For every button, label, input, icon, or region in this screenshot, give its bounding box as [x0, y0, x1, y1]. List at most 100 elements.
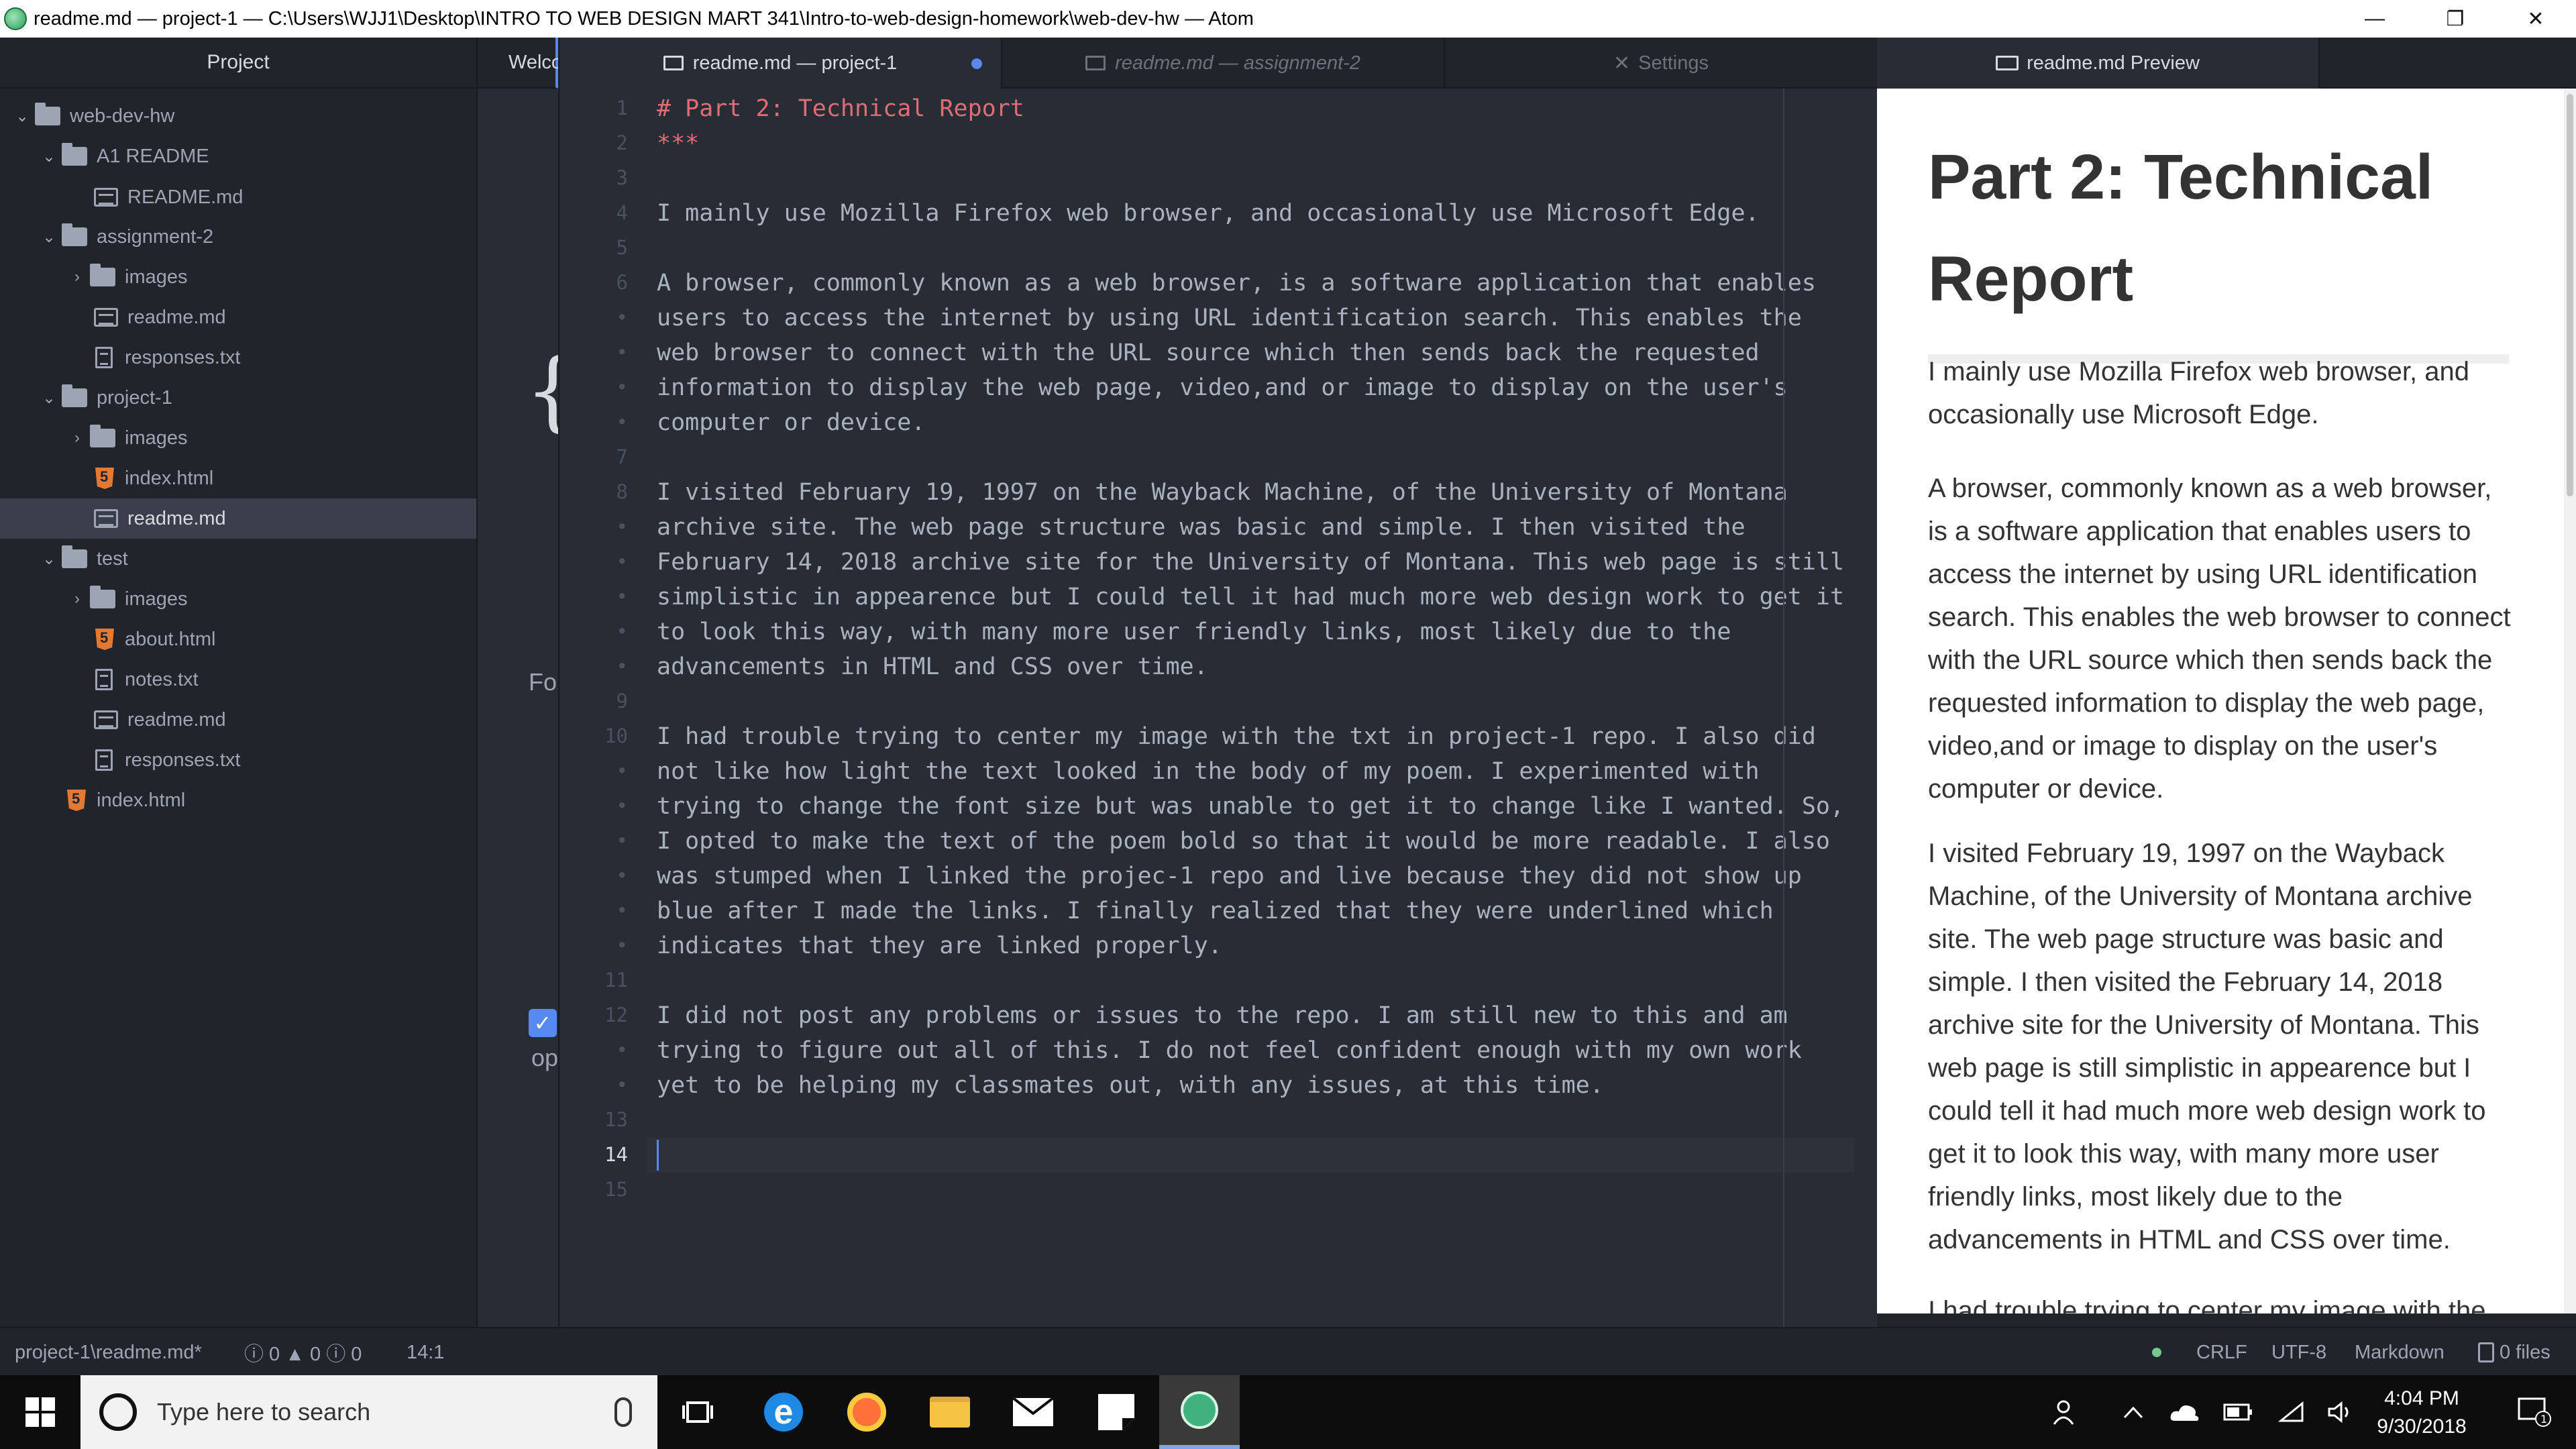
- edge-icon: e: [764, 1393, 803, 1432]
- chevron-down-icon[interactable]: ⌄: [39, 227, 59, 247]
- tree-item-label: about.html: [125, 628, 216, 650]
- action-center-button[interactable]: 1: [2501, 1375, 2568, 1449]
- tree-item[interactable]: notes.txt: [0, 659, 476, 700]
- tree-item[interactable]: › images: [0, 418, 476, 458]
- markdown-preview[interactable]: Part 2: Technical Report I mainly use Mo…: [1877, 89, 2576, 1313]
- code-line: trying to figure out all of this. I do n…: [657, 1037, 1802, 1064]
- tree-item[interactable]: ⌄ test: [0, 539, 476, 579]
- diagnostics-counter[interactable]: ⓘ 0 ▲ 0 ⓘ 0: [244, 1328, 362, 1377]
- onedrive-cloud-icon[interactable]: [2164, 1375, 2204, 1449]
- text-editor[interactable]: 1 2 3 4 5 6 • • • • 7 8 • • • • • 9 10 • • • • • • 11 12 • • 13 14 15 #…: [559, 89, 1877, 1327]
- line-ending-selector[interactable]: CRLF: [2196, 1328, 2247, 1377]
- tree-item[interactable]: › images: [0, 257, 476, 297]
- wifi-icon[interactable]: [2271, 1375, 2312, 1449]
- chevron-down-icon[interactable]: ⌄: [12, 107, 32, 126]
- tree-item[interactable]: index.html: [0, 780, 476, 820]
- cursor-position[interactable]: 14:1: [407, 1328, 444, 1377]
- soft-wrap-marker: •: [616, 829, 628, 852]
- code-line: blue after I made the links. I finally r…: [657, 898, 1774, 924]
- tree-item[interactable]: README.md: [0, 177, 476, 217]
- taskbar-search-box[interactable]: Type here to search: [80, 1375, 657, 1449]
- tree-item-label: readme.md: [127, 507, 226, 529]
- status-file-path[interactable]: project-1\readme.md*: [15, 1328, 202, 1377]
- chevron-down-icon[interactable]: ⌄: [39, 549, 59, 569]
- tab-welcome[interactable]: Welcome: [478, 38, 558, 89]
- tree-panel-title: Project: [0, 38, 476, 89]
- tab-readme-assignment-2[interactable]: readme.md — assignment-2: [1002, 38, 1445, 89]
- tree-item-selected[interactable]: readme.md: [0, 498, 476, 539]
- tree-item[interactable]: responses.txt: [0, 740, 476, 780]
- show-on-startup-checkbox[interactable]: ✓: [529, 1009, 557, 1037]
- tree-item[interactable]: ⌄ A1 README: [0, 136, 476, 176]
- chevron-right-icon[interactable]: ›: [67, 429, 87, 447]
- folder-icon: [62, 143, 87, 166]
- tree-item-label: web-dev-hw: [70, 105, 175, 127]
- tree-item-label: readme.md: [127, 306, 226, 328]
- grammar-selector[interactable]: Markdown: [2355, 1328, 2445, 1377]
- tree-item-label: test: [97, 547, 128, 570]
- tree-item[interactable]: › images: [0, 579, 476, 619]
- tree-item-label: responses.txt: [125, 346, 241, 368]
- tab-settings[interactable]: ✕ Settings: [1445, 38, 1877, 89]
- clock-time: 4:04 PM: [2384, 1387, 2459, 1409]
- text-file-icon: [95, 347, 113, 368]
- taskbar-mail[interactable]: [993, 1375, 1073, 1449]
- taskbar-sticky-notes[interactable]: [1076, 1375, 1157, 1449]
- chevron-right-icon[interactable]: ›: [67, 590, 87, 608]
- tree-item[interactable]: about.html: [0, 619, 476, 659]
- notification-badge: 1: [2540, 1413, 2547, 1426]
- tree-item[interactable]: readme.md: [0, 297, 476, 337]
- windows-taskbar: Type here to search e 4:04 PM 9/30/2018 …: [0, 1375, 2576, 1449]
- battery-icon[interactable]: [2218, 1375, 2258, 1449]
- taskbar-clock[interactable]: 4:04 PM 9/30/2018: [2355, 1385, 2489, 1441]
- chevron-down-icon[interactable]: ⌄: [39, 147, 59, 166]
- code-line: February 14, 2018 archive site for the U…: [657, 549, 1845, 576]
- tree-item[interactable]: index.html: [0, 458, 476, 498]
- sticky-notes-icon: [1098, 1394, 1134, 1430]
- microphone-icon[interactable]: [614, 1397, 632, 1427]
- minimize-button[interactable]: —: [2334, 0, 2415, 38]
- close-button[interactable]: ✕: [2496, 0, 2576, 38]
- markdown-preview-icon: [1996, 56, 2019, 70]
- preview-scrollbar[interactable]: [2564, 89, 2576, 1313]
- folder-icon: [90, 264, 115, 286]
- github-files[interactable]: 0 files: [2478, 1328, 2551, 1377]
- chevron-up-icon[interactable]: [2113, 1375, 2153, 1449]
- welcome-option-fragment: op: [531, 1044, 559, 1071]
- maximize-button[interactable]: ❐: [2415, 0, 2496, 38]
- taskbar-firefox[interactable]: [826, 1375, 907, 1449]
- tree-item[interactable]: ⌄ web-dev-hw: [0, 96, 476, 136]
- chevron-down-icon[interactable]: ⌄: [39, 388, 59, 408]
- people-icon[interactable]: [2046, 1375, 2086, 1449]
- start-button[interactable]: [0, 1375, 80, 1449]
- line-number: 14: [604, 1143, 628, 1166]
- tree-item[interactable]: ⌄ project-1: [0, 378, 476, 418]
- task-view-button[interactable]: [657, 1375, 738, 1449]
- files-count: 0 files: [2500, 1341, 2551, 1363]
- tab-readme-project-1[interactable]: readme.md — project-1: [559, 38, 1002, 89]
- tree-item-label: project-1: [97, 386, 172, 409]
- tab-readme-preview[interactable]: readme.md Preview: [1877, 38, 2320, 89]
- task-view-icon: [682, 1401, 713, 1423]
- taskbar-atom[interactable]: [1159, 1375, 1240, 1449]
- notification-icon: 1: [2518, 1397, 2551, 1427]
- preview-heading: Part 2: Technical Report: [1928, 126, 2509, 364]
- code-line: users to access the internet by using UR…: [657, 305, 1802, 331]
- welcome-pane: Welcome { Fo ✓ op: [478, 38, 559, 1327]
- text-file-icon: [95, 749, 113, 771]
- title-bar: readme.md — project-1 — C:\Users\WJJ1\De…: [0, 0, 2576, 38]
- code-line: archive site. The web page structure was…: [657, 514, 1746, 541]
- folder-icon: [35, 103, 60, 125]
- code-area[interactable]: # Part 2: Technical Report *** I mainly us…: [657, 89, 1858, 1327]
- taskbar-edge[interactable]: e: [743, 1375, 824, 1449]
- tree-item-label: README.md: [127, 186, 244, 208]
- taskbar-file-explorer[interactable]: [910, 1375, 990, 1449]
- tree-item[interactable]: ⌄ assignment-2: [0, 217, 476, 257]
- tree-item[interactable]: responses.txt: [0, 337, 476, 378]
- chevron-right-icon[interactable]: ›: [67, 268, 87, 286]
- modified-indicator[interactable]: [971, 58, 982, 69]
- encoding-selector[interactable]: UTF-8: [2271, 1328, 2326, 1377]
- tree-item[interactable]: readme.md: [0, 700, 476, 740]
- scrollbar-thumb[interactable]: [2567, 94, 2573, 496]
- git-status-icon[interactable]: [2152, 1348, 2161, 1357]
